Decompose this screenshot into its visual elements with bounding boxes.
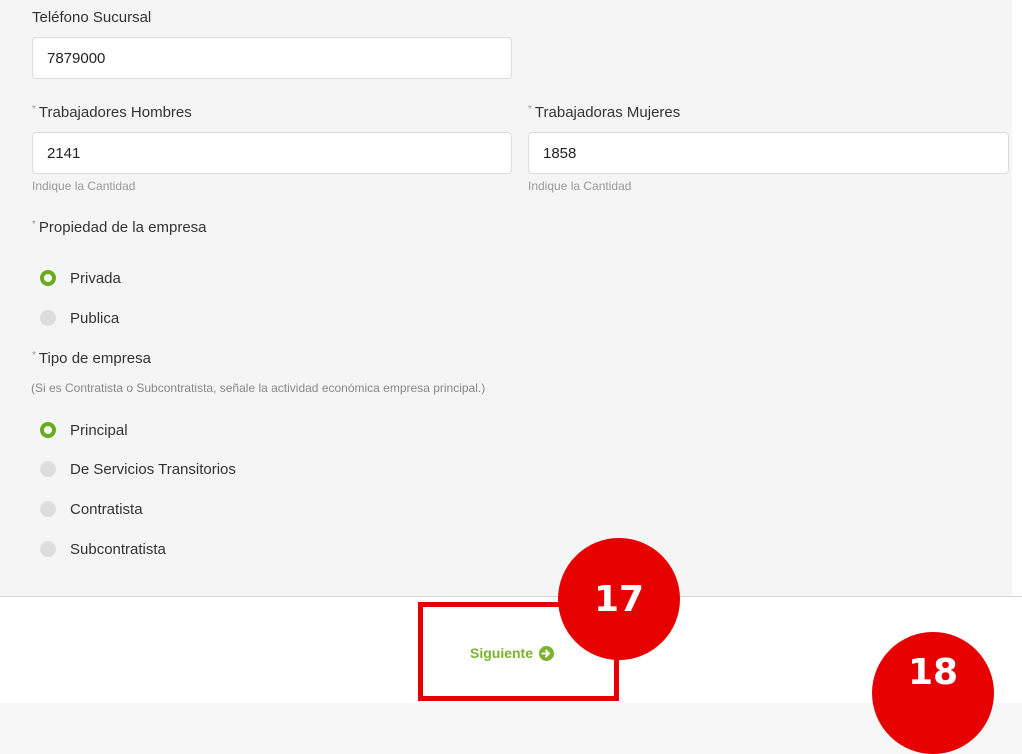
telefono-input[interactable]: 7879000 — [32, 37, 512, 79]
tipo-note: (Si es Contratista o Subcontratista, señ… — [31, 381, 486, 395]
radio-subcontratista[interactable]: Subcontratista — [40, 539, 166, 559]
hombres-label: * Trabajadores Hombres — [32, 104, 192, 121]
radio-privada[interactable]: Privada — [40, 268, 121, 288]
radio-subcontratista-label: Subcontratista — [70, 540, 166, 558]
annotation-badge-17: 17 — [558, 538, 680, 660]
radio-unchecked-icon[interactable] — [40, 461, 56, 477]
radio-unchecked-icon[interactable] — [40, 501, 56, 517]
required-mark: * — [32, 350, 36, 361]
radio-unchecked-icon[interactable] — [40, 541, 56, 557]
mujeres-input[interactable]: 1858 — [528, 132, 1009, 174]
radio-servicios-transitorios[interactable]: De Servicios Transitorios — [40, 459, 236, 479]
radio-publica[interactable]: Publica — [40, 308, 119, 328]
hombres-input[interactable]: 2141 — [32, 132, 512, 174]
arrow-circle-right-icon — [539, 645, 555, 661]
tipo-label-text: Tipo de empresa — [38, 350, 151, 367]
radio-checked-icon[interactable] — [40, 270, 56, 286]
mujeres-label-text: Trabajadoras Mujeres — [534, 104, 681, 121]
radio-privada-label: Privada — [70, 269, 121, 287]
radio-checked-icon[interactable] — [40, 422, 56, 438]
radio-contratista-label: Contratista — [70, 500, 143, 518]
mujeres-help: Indique la Cantidad — [528, 179, 632, 193]
radio-principal-label: Principal — [70, 421, 128, 439]
hombres-label-text: Trabajadores Hombres — [38, 104, 192, 121]
required-mark: * — [32, 219, 36, 230]
required-mark: * — [528, 104, 532, 115]
radio-servicios-label: De Servicios Transitorios — [70, 460, 236, 478]
next-button[interactable]: Siguiente — [470, 643, 555, 663]
propiedad-label-text: Propiedad de la empresa — [38, 219, 207, 236]
radio-publica-label: Publica — [70, 309, 120, 327]
propiedad-label: * Propiedad de la empresa — [32, 219, 207, 236]
telefono-label: Teléfono Sucursal — [32, 9, 152, 26]
radio-unchecked-icon[interactable] — [40, 310, 56, 326]
tipo-label: * Tipo de empresa — [32, 350, 151, 367]
next-button-label: Siguiente — [470, 645, 534, 661]
required-mark: * — [32, 104, 36, 115]
radio-contratista[interactable]: Contratista — [40, 499, 143, 519]
mujeres-label: * Trabajadoras Mujeres — [528, 104, 680, 121]
annotation-badge-18: 18 — [872, 632, 994, 754]
radio-principal[interactable]: Principal — [40, 420, 128, 440]
hombres-help: Indique la Cantidad — [32, 179, 136, 193]
page-edge — [1012, 0, 1022, 703]
form-area: Teléfono Sucursal 7879000 * Trabajadores … — [0, 0, 1022, 596]
